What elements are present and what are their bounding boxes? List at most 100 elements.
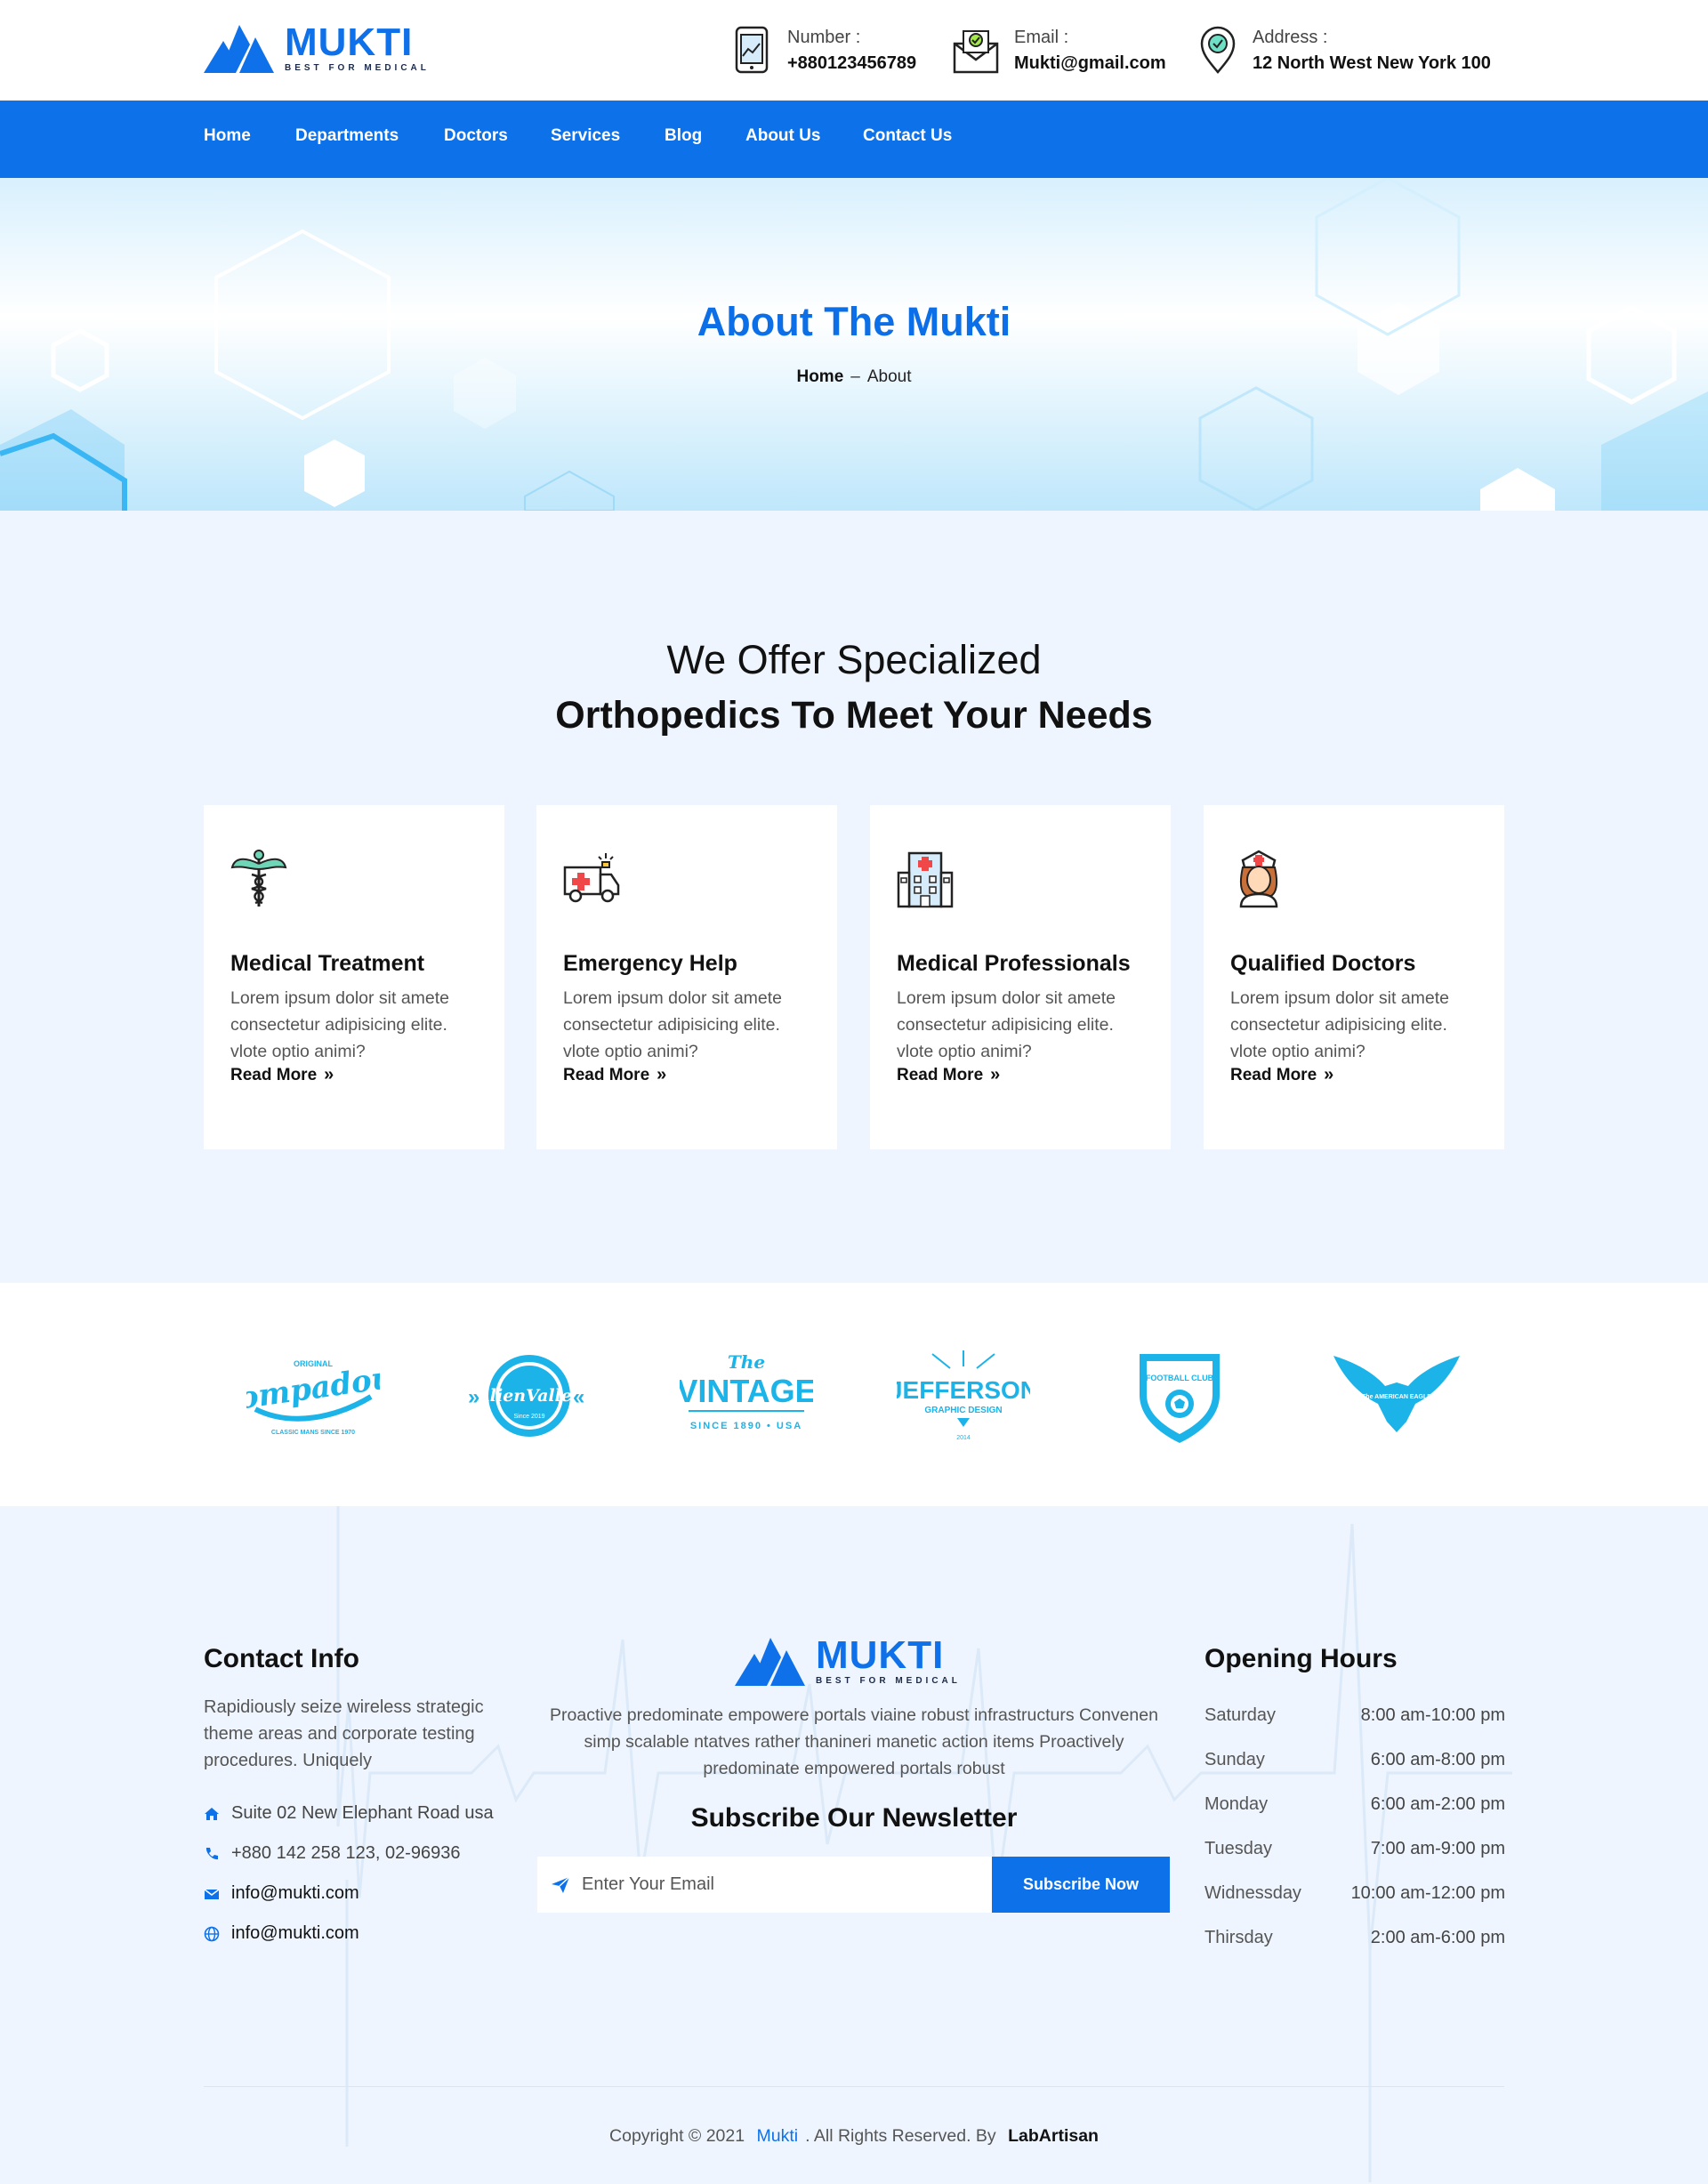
read-more-label: Read More xyxy=(897,1066,984,1084)
breadcrumb-separator: – xyxy=(850,367,860,386)
opening-hours-title: Opening Hours xyxy=(1204,1644,1398,1673)
football-club-logo[interactable]: FOOTBALL CLUB xyxy=(1113,1347,1246,1445)
hours-day: Monday xyxy=(1204,1794,1269,1814)
hours-time: 6:00 am-8:00 pm xyxy=(1370,1750,1505,1769)
svg-text:SINCE 1890 • USA: SINCE 1890 • USA xyxy=(690,1421,802,1431)
mail-icon xyxy=(204,1888,220,1899)
nav-doctors[interactable]: Doctors xyxy=(444,126,508,146)
caduceus-icon xyxy=(230,850,287,907)
nav-services[interactable]: Services xyxy=(551,126,620,146)
svg-text:FOOTBALL CLUB: FOOTBALL CLUB xyxy=(1146,1374,1214,1382)
contact-phone-text[interactable]: +880 142 258 123, 02-96936 xyxy=(231,1843,460,1864)
double-chevron-right-icon: » xyxy=(1324,1065,1334,1084)
hospital-icon xyxy=(897,851,954,908)
email-label: Email : xyxy=(1014,28,1069,47)
hours-day: Thirsday xyxy=(1204,1928,1273,1947)
read-more-label: Read More xyxy=(563,1066,650,1084)
hours-row: Saturday 8:00 am-10:00 pm xyxy=(1204,1705,1505,1726)
site-logo[interactable]: MUKTI BEST FOR MEDICAL xyxy=(204,20,430,73)
contact-address: Suite 02 New Elephant Road usa xyxy=(204,1803,494,1824)
service-card: Medical Professionals Lorem ipsum dolor … xyxy=(870,805,1171,1149)
hours-day: Sunday xyxy=(1204,1750,1265,1769)
footer-about-text: Proactive predominate empowere portals v… xyxy=(550,1705,1158,1778)
breadcrumb-home[interactable]: Home xyxy=(796,367,843,386)
american-eagle-logo[interactable]: The AMERICAN EAGLE xyxy=(1330,1347,1463,1445)
footer-divider xyxy=(204,2086,1504,2087)
section-title: Orthopedics To Meet Your Needs xyxy=(555,694,1153,737)
contact-email: info@mukti.com xyxy=(204,1883,359,1904)
hours-day: Widnessday xyxy=(1204,1883,1301,1903)
address-value: 12 North West New York 100 xyxy=(1253,53,1491,73)
phone-value[interactable]: +880123456789 xyxy=(787,50,916,77)
vintage-logo[interactable]: The VINTAGE SINCE 1890 • USA xyxy=(680,1347,813,1445)
contact-website-text[interactable]: info@mukti.com xyxy=(231,1923,359,1944)
card-title: Medical Professionals xyxy=(897,951,1131,976)
nav-blog[interactable]: Blog xyxy=(665,126,702,146)
card-text: Lorem ipsum dolor sit amete consectetur … xyxy=(563,988,783,1061)
jefferson-logo[interactable]: JEFFERSON GRAPHIC DESIGN 2014 xyxy=(897,1347,1030,1445)
subscribe-button[interactable]: Subscribe Now xyxy=(992,1857,1170,1913)
header-email: Email : Mukti@gmail.com xyxy=(953,25,1166,77)
nav-home[interactable]: Home xyxy=(204,126,251,146)
card-text: Lorem ipsum dolor sit amete consectetur … xyxy=(1230,988,1450,1061)
svg-text:VINTAGE: VINTAGE xyxy=(680,1373,813,1409)
contact-website: info@mukti.com xyxy=(204,1923,359,1944)
copyright-prefix: Copyright © 2021 xyxy=(609,2126,745,2146)
nurse-icon xyxy=(1239,850,1278,908)
nav-contact-us[interactable]: Contact Us xyxy=(863,126,952,146)
service-card: Qualified Doctors Lorem ipsum dolor sit … xyxy=(1204,805,1504,1149)
hours-row: Tuesday 7:00 am-9:00 pm xyxy=(1204,1839,1505,1859)
alien-valley-logo[interactable]: AlienValley Since 2019 » « xyxy=(463,1347,596,1445)
read-more-link[interactable]: Read More » xyxy=(563,1065,666,1085)
svg-text:JEFFERSON: JEFFERSON xyxy=(897,1376,1030,1404)
logo-mark-icon xyxy=(204,25,274,73)
contact-email-text[interactable]: info@mukti.com xyxy=(231,1883,359,1904)
section-subtitle: We Offer Specialized xyxy=(666,637,1042,682)
hours-time: 8:00 am-10:00 pm xyxy=(1360,1705,1505,1725)
svg-text:AlienValley: AlienValley xyxy=(475,1386,584,1406)
read-more-link[interactable]: Read More » xyxy=(897,1065,1000,1085)
breadcrumb-current: About xyxy=(866,367,912,386)
hours-time: 2:00 am-6:00 pm xyxy=(1370,1928,1505,1947)
svg-text:2014: 2014 xyxy=(956,1435,971,1441)
nav-departments[interactable]: Departments xyxy=(295,126,399,146)
header-phone: Number : +880123456789 xyxy=(733,25,916,77)
site-footer: Contact Info Rapidiously seize wireless … xyxy=(0,1506,1708,2184)
newsletter-title: Subscribe Our Newsletter xyxy=(690,1803,1018,1833)
card-text: Lorem ipsum dolor sit amete consectetur … xyxy=(230,988,450,1061)
pompadour-logo[interactable]: ORIGINAL Pompadour CLASSIC MANS SINCE 19… xyxy=(246,1347,380,1445)
read-more-link[interactable]: Read More » xyxy=(230,1065,334,1085)
service-card: Emergency Help Lorem ipsum dolor sit ame… xyxy=(536,805,837,1149)
copyright-brand-link[interactable]: Mukti xyxy=(757,2126,799,2146)
copyright-middle: . All Rights Reserved. By xyxy=(805,2126,996,2146)
newsletter-form: Subscribe Now xyxy=(537,1857,1170,1913)
logo-name: MUKTI xyxy=(816,1633,945,1677)
logo-name: MUKTI xyxy=(285,20,414,64)
phone-icon xyxy=(205,1847,218,1859)
hours-row: Thirsday 2:00 am-6:00 pm xyxy=(1204,1928,1505,1948)
svg-text:»: » xyxy=(468,1385,479,1409)
hours-time: 7:00 am-9:00 pm xyxy=(1370,1839,1505,1858)
svg-text:The: The xyxy=(728,1351,765,1373)
phone-label: Number : xyxy=(787,28,861,47)
hours-time: 10:00 am-12:00 pm xyxy=(1350,1883,1505,1903)
read-more-label: Read More xyxy=(230,1066,318,1084)
nav-about-us[interactable]: About Us xyxy=(745,126,820,146)
top-header: MUKTI BEST FOR MEDICAL Number : +8801234… xyxy=(0,0,1708,101)
svg-text:«: « xyxy=(573,1385,584,1409)
svg-text:Since 2019: Since 2019 xyxy=(513,1414,544,1420)
newsletter-email-input[interactable] xyxy=(582,1874,955,1895)
card-title: Emergency Help xyxy=(563,951,737,976)
logo-tagline: BEST FOR MEDICAL xyxy=(285,63,430,73)
email-value[interactable]: Mukti@gmail.com xyxy=(1014,50,1166,77)
breadcrumb: Home – About xyxy=(0,367,1708,387)
read-more-link[interactable]: Read More » xyxy=(1230,1065,1333,1085)
ambulance-icon xyxy=(563,853,620,903)
svg-text:ORIGINAL: ORIGINAL xyxy=(294,1359,334,1368)
card-title: Medical Treatment xyxy=(230,951,425,976)
hours-day: Saturday xyxy=(1204,1705,1277,1725)
double-chevron-right-icon: » xyxy=(657,1065,667,1084)
svg-text:CLASSIC MANS SINCE 1970: CLASSIC MANS SINCE 1970 xyxy=(271,1430,355,1436)
copyright-author-link[interactable]: LabArtisan xyxy=(1008,2126,1099,2146)
footer-logo[interactable]: MUKTI BEST FOR MEDICAL xyxy=(735,1633,961,1686)
